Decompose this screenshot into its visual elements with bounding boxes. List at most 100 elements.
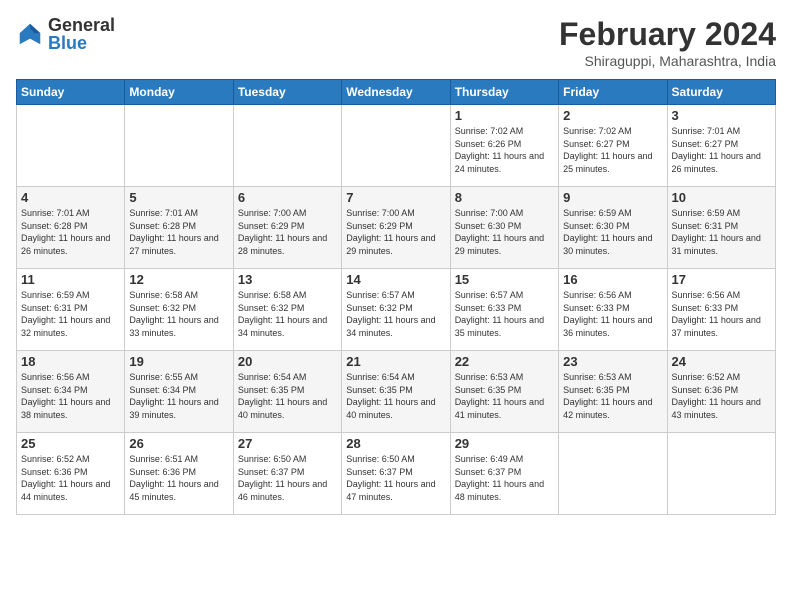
calendar-table: Sunday Monday Tuesday Wednesday Thursday… — [16, 79, 776, 515]
day-number-1: 1 — [455, 108, 554, 123]
day-info-20: Sunrise: 6:54 AMSunset: 6:35 PMDaylight:… — [238, 371, 337, 421]
calendar-cell-0-2 — [233, 105, 341, 187]
day-number-23: 23 — [563, 354, 662, 369]
location: Shiraguppi, Maharashtra, India — [559, 53, 776, 69]
day-number-25: 25 — [21, 436, 120, 451]
day-number-29: 29 — [455, 436, 554, 451]
week-row-1: 4 Sunrise: 7:01 AMSunset: 6:28 PMDaylight… — [17, 187, 776, 269]
day-info-26: Sunrise: 6:51 AMSunset: 6:36 PMDaylight:… — [129, 453, 228, 503]
col-monday: Monday — [125, 80, 233, 105]
day-info-12: Sunrise: 6:58 AMSunset: 6:32 PMDaylight:… — [129, 289, 228, 339]
day-info-13: Sunrise: 6:58 AMSunset: 6:32 PMDaylight:… — [238, 289, 337, 339]
header: General Blue February 2024 Shiraguppi, M… — [16, 16, 776, 69]
week-row-4: 25Sunrise: 6:52 AMSunset: 6:36 PMDayligh… — [17, 433, 776, 515]
calendar-cell-3-4: 22 Sunrise: 6:53 AMSunset: 6:35 PMDayligh… — [450, 351, 558, 433]
calendar-cell-0-3 — [342, 105, 450, 187]
calendar-cell-2-3: 14 Sunrise: 6:57 AMSunset: 6:32 PMDayligh… — [342, 269, 450, 351]
calendar-cell-1-6: 10 Sunrise: 6:59 AMSunset: 6:31 PMDayligh… — [667, 187, 775, 269]
day-info-6: Sunrise: 7:00 AMSunset: 6:29 PMDaylight:… — [238, 207, 337, 257]
day-number-8: 8 — [455, 190, 554, 205]
day-number-28: 28 — [346, 436, 445, 451]
day-number-4: 4 — [21, 190, 120, 205]
calendar-cell-1-4: 8 Sunrise: 7:00 AMSunset: 6:30 PMDaylight… — [450, 187, 558, 269]
day-info-15: Sunrise: 6:57 AMSunset: 6:33 PMDaylight:… — [455, 289, 554, 339]
logo-text: General Blue — [48, 16, 115, 52]
day-info-23: Sunrise: 6:53 AMSunset: 6:35 PMDaylight:… — [563, 371, 662, 421]
day-number-22: 22 — [455, 354, 554, 369]
day-number-6: 6 — [238, 190, 337, 205]
calendar-cell-0-4: 1Sunrise: 7:02 AMSunset: 6:26 PMDaylight… — [450, 105, 558, 187]
day-number-12: 12 — [129, 272, 228, 287]
calendar-cell-0-1 — [125, 105, 233, 187]
calendar-cell-3-5: 23 Sunrise: 6:53 AMSunset: 6:35 PMDayligh… — [559, 351, 667, 433]
day-info-22: Sunrise: 6:53 AMSunset: 6:35 PMDaylight:… — [455, 371, 554, 421]
day-number-16: 16 — [563, 272, 662, 287]
day-number-21: 21 — [346, 354, 445, 369]
day-number-5: 5 — [129, 190, 228, 205]
logo-blue-label: Blue — [48, 34, 115, 52]
day-number-20: 20 — [238, 354, 337, 369]
day-info-9: Sunrise: 6:59 AMSunset: 6:30 PMDaylight:… — [563, 207, 662, 257]
day-number-11: 11 — [21, 272, 120, 287]
week-row-2: 11 Sunrise: 6:59 AMSunset: 6:31 PMDayligh… — [17, 269, 776, 351]
day-info-29: Sunrise: 6:49 AMSunset: 6:37 PMDaylight:… — [455, 453, 554, 503]
day-info-16: Sunrise: 6:56 AMSunset: 6:33 PMDaylight:… — [563, 289, 662, 339]
col-sunday: Sunday — [17, 80, 125, 105]
calendar-cell-0-6: 3 Sunrise: 7:01 AMSunset: 6:27 PMDaylight… — [667, 105, 775, 187]
day-info-10: Sunrise: 6:59 AMSunset: 6:31 PMDaylight:… — [672, 207, 771, 257]
logo: General Blue — [16, 16, 115, 52]
month-title: February 2024 — [559, 16, 776, 53]
calendar-cell-0-5: 2Sunrise: 7:02 AMSunset: 6:27 PMDaylight… — [559, 105, 667, 187]
day-number-9: 9 — [563, 190, 662, 205]
calendar-cell-0-0 — [17, 105, 125, 187]
day-number-14: 14 — [346, 272, 445, 287]
day-info-27: Sunrise: 6:50 AMSunset: 6:37 PMDaylight:… — [238, 453, 337, 503]
day-info-17: Sunrise: 6:56 AMSunset: 6:33 PMDaylight:… — [672, 289, 771, 339]
day-number-24: 24 — [672, 354, 771, 369]
day-info-18: Sunrise: 6:56 AMSunset: 6:34 PMDaylight:… — [21, 371, 120, 421]
day-info-21: Sunrise: 6:54 AMSunset: 6:35 PMDaylight:… — [346, 371, 445, 421]
calendar-cell-4-4: 29 Sunrise: 6:49 AMSunset: 6:37 PMDayligh… — [450, 433, 558, 515]
day-number-13: 13 — [238, 272, 337, 287]
day-number-3: 3 — [672, 108, 771, 123]
calendar-cell-2-0: 11 Sunrise: 6:59 AMSunset: 6:31 PMDayligh… — [17, 269, 125, 351]
calendar-cell-4-3: 28 Sunrise: 6:50 AMSunset: 6:37 PMDayligh… — [342, 433, 450, 515]
calendar-cell-1-3: 7Sunrise: 7:00 AMSunset: 6:29 PMDaylight… — [342, 187, 450, 269]
day-info-4: Sunrise: 7:01 AMSunset: 6:28 PMDaylight:… — [21, 207, 120, 257]
week-row-3: 18 Sunrise: 6:56 AMSunset: 6:34 PMDayligh… — [17, 351, 776, 433]
calendar-cell-3-0: 18 Sunrise: 6:56 AMSunset: 6:34 PMDayligh… — [17, 351, 125, 433]
calendar-cell-2-6: 17Sunrise: 6:56 AMSunset: 6:33 PMDayligh… — [667, 269, 775, 351]
calendar-cell-1-0: 4 Sunrise: 7:01 AMSunset: 6:28 PMDaylight… — [17, 187, 125, 269]
calendar-cell-2-5: 16 Sunrise: 6:56 AMSunset: 6:33 PMDayligh… — [559, 269, 667, 351]
day-info-11: Sunrise: 6:59 AMSunset: 6:31 PMDaylight:… — [21, 289, 120, 339]
day-number-10: 10 — [672, 190, 771, 205]
calendar-header-row: Sunday Monday Tuesday Wednesday Thursday… — [17, 80, 776, 105]
calendar-cell-4-2: 27 Sunrise: 6:50 AMSunset: 6:37 PMDayligh… — [233, 433, 341, 515]
calendar-cell-2-4: 15Sunrise: 6:57 AMSunset: 6:33 PMDayligh… — [450, 269, 558, 351]
day-info-3: Sunrise: 7:01 AMSunset: 6:27 PMDaylight:… — [672, 125, 771, 175]
calendar-cell-1-2: 6 Sunrise: 7:00 AMSunset: 6:29 PMDaylight… — [233, 187, 341, 269]
day-number-18: 18 — [21, 354, 120, 369]
day-number-26: 26 — [129, 436, 228, 451]
calendar-cell-1-1: 5 Sunrise: 7:01 AMSunset: 6:28 PMDaylight… — [125, 187, 233, 269]
calendar-cell-4-6 — [667, 433, 775, 515]
day-info-5: Sunrise: 7:01 AMSunset: 6:28 PMDaylight:… — [129, 207, 228, 257]
day-info-8: Sunrise: 7:00 AMSunset: 6:30 PMDaylight:… — [455, 207, 554, 257]
day-number-27: 27 — [238, 436, 337, 451]
col-wednesday: Wednesday — [342, 80, 450, 105]
calendar-cell-3-6: 24Sunrise: 6:52 AMSunset: 6:36 PMDayligh… — [667, 351, 775, 433]
week-row-0: 1Sunrise: 7:02 AMSunset: 6:26 PMDaylight… — [17, 105, 776, 187]
calendar-cell-3-2: 20 Sunrise: 6:54 AMSunset: 6:35 PMDayligh… — [233, 351, 341, 433]
title-block: February 2024 Shiraguppi, Maharashtra, I… — [559, 16, 776, 69]
day-info-28: Sunrise: 6:50 AMSunset: 6:37 PMDaylight:… — [346, 453, 445, 503]
page: General Blue February 2024 Shiraguppi, M… — [0, 0, 792, 612]
calendar-cell-4-1: 26 Sunrise: 6:51 AMSunset: 6:36 PMDayligh… — [125, 433, 233, 515]
calendar-cell-3-3: 21 Sunrise: 6:54 AMSunset: 6:35 PMDayligh… — [342, 351, 450, 433]
day-number-19: 19 — [129, 354, 228, 369]
col-thursday: Thursday — [450, 80, 558, 105]
logo-icon — [16, 20, 44, 48]
day-info-14: Sunrise: 6:57 AMSunset: 6:32 PMDaylight:… — [346, 289, 445, 339]
day-number-7: 7 — [346, 190, 445, 205]
col-friday: Friday — [559, 80, 667, 105]
calendar-cell-2-2: 13 Sunrise: 6:58 AMSunset: 6:32 PMDayligh… — [233, 269, 341, 351]
